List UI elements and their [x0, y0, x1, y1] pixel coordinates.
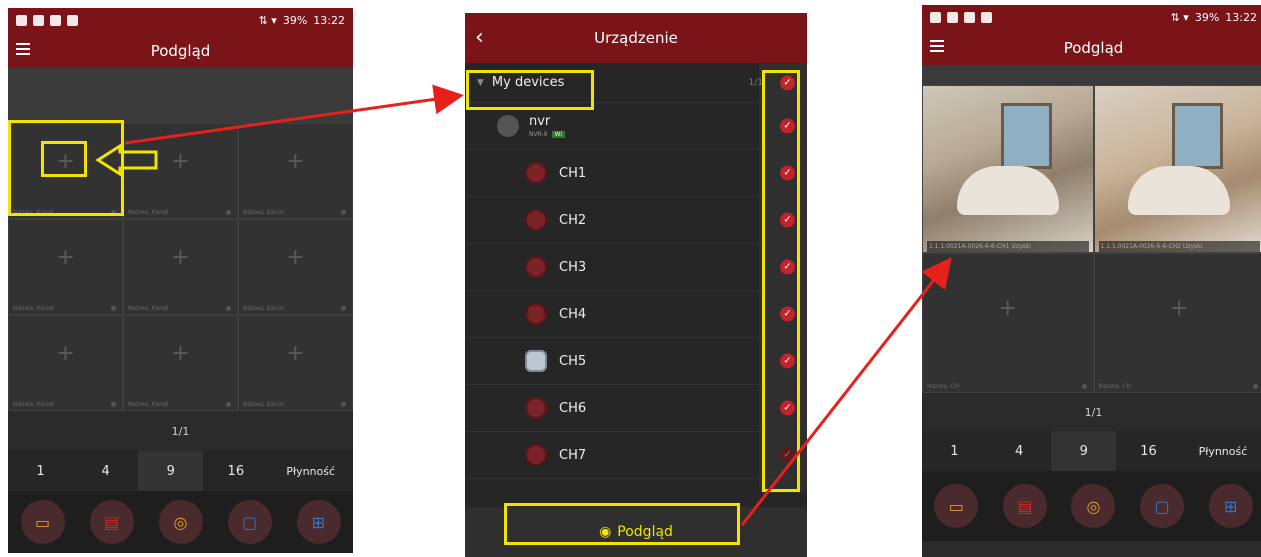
arrow-to-live-view: [740, 257, 952, 526]
screenshot-stage: ⇅ ▾ 39% 13:22 Podgląd + Nazwa, Kanał + Naz…: [0, 0, 1261, 557]
arrow-to-device-list: [124, 84, 464, 145]
hint-arrow-icon: [95, 143, 158, 177]
annotation-arrows: [95, 84, 952, 526]
